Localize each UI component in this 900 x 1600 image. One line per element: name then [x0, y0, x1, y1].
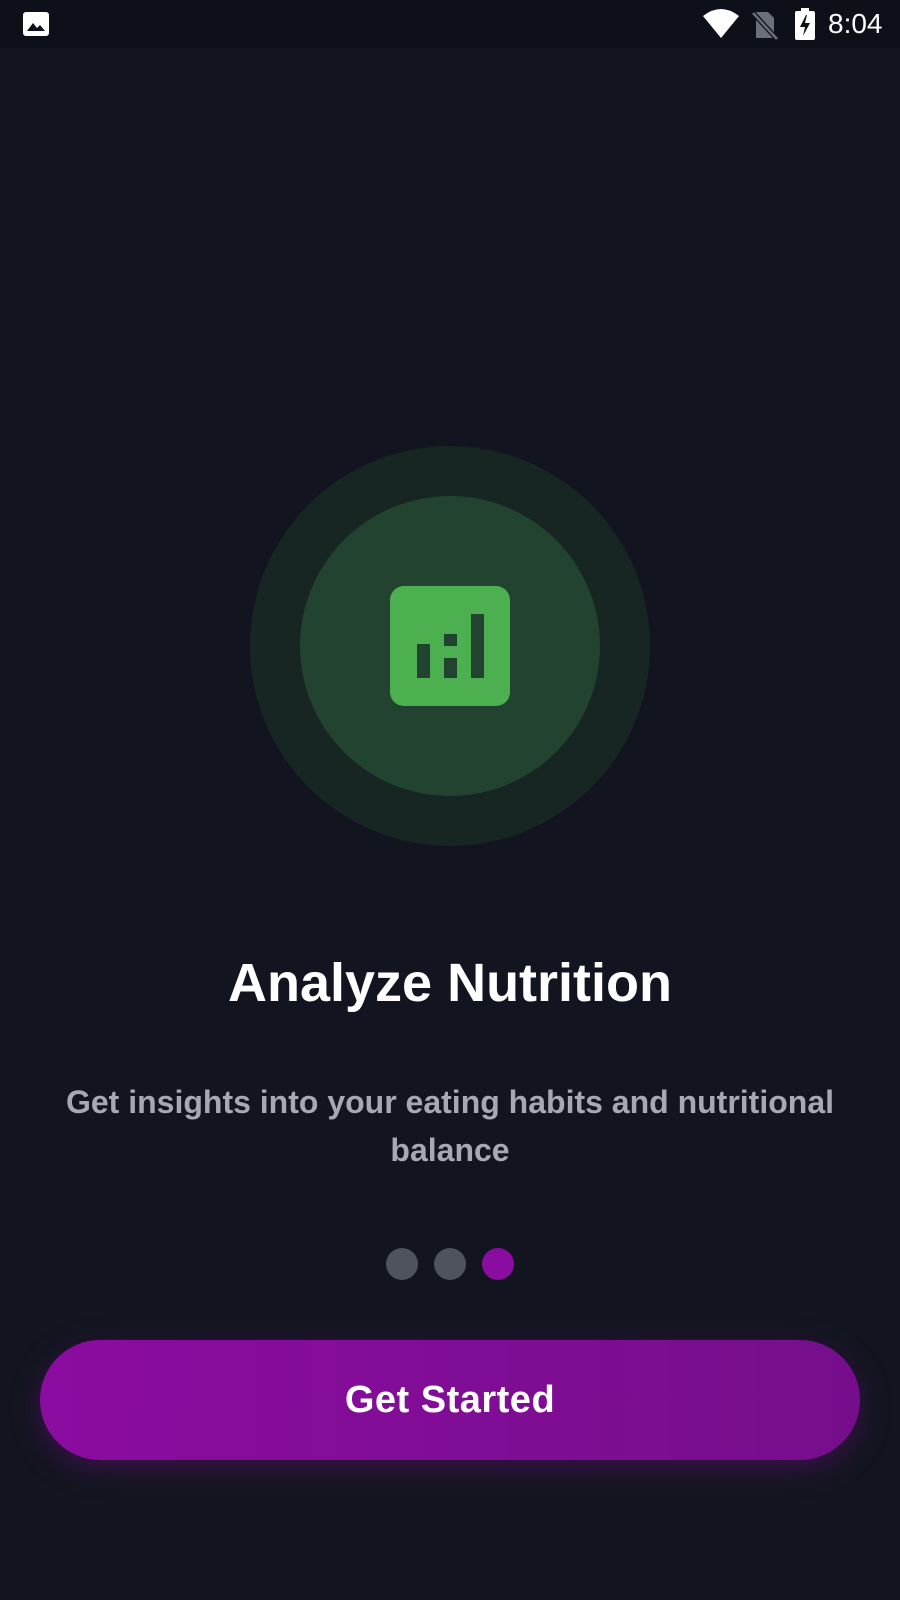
status-time: 8:04	[828, 8, 883, 39]
no-sim-icon	[752, 11, 778, 40]
onboarding-description: Get insights into your eating habits and…	[65, 1084, 834, 1168]
get-started-button[interactable]: Get Started	[40, 1340, 860, 1460]
status-bar: 8:04	[0, 0, 900, 48]
page-indicator	[386, 1248, 514, 1280]
page-dot-3-active[interactable]	[482, 1248, 514, 1280]
bar-chart-icon	[390, 586, 510, 706]
battery-charging-icon	[795, 8, 815, 40]
onboarding-title: Analyze Nutrition	[227, 953, 673, 1013]
image-icon	[23, 12, 49, 36]
wifi-icon	[703, 9, 739, 38]
page-dot-1[interactable]	[386, 1248, 418, 1280]
page-dot-2[interactable]	[434, 1248, 466, 1280]
